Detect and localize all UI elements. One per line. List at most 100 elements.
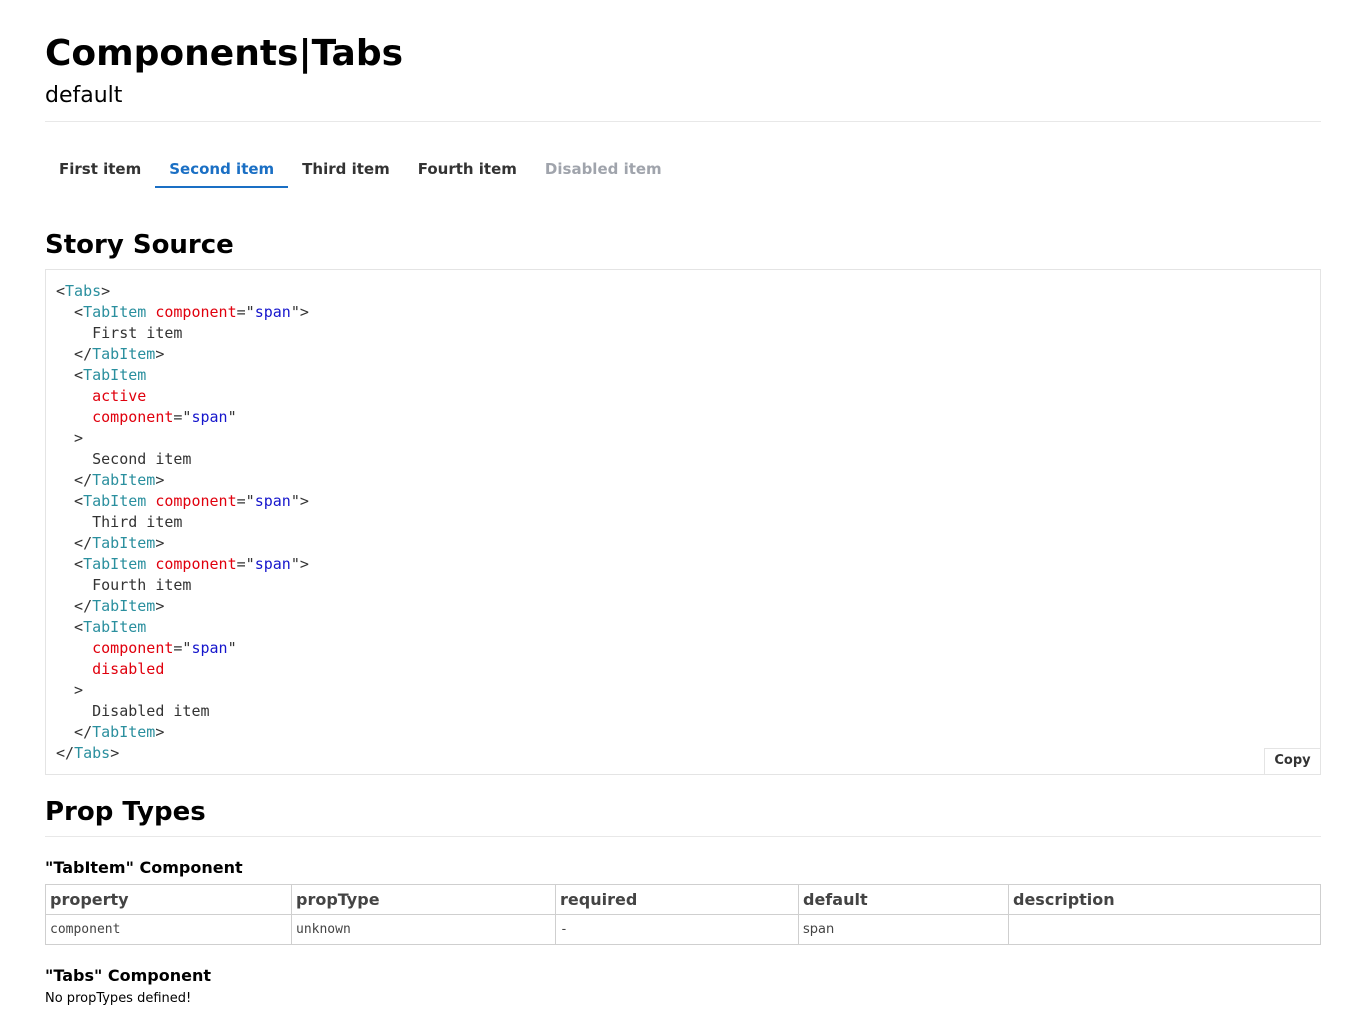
code-attr-name: component — [92, 639, 174, 657]
story-source-panel: <Tabs> <TabItem component="span"> First … — [45, 269, 1321, 775]
code-line: <Tabs> — [56, 281, 309, 302]
code-punct: </ — [56, 723, 93, 741]
copy-button[interactable]: Copy — [1264, 748, 1320, 774]
code-line: disabled — [56, 659, 309, 680]
code-line: First item — [56, 323, 309, 344]
code-punct: < — [56, 282, 66, 300]
code-punct — [56, 660, 92, 678]
table-header-row: property propType required default descr… — [45, 884, 1321, 915]
code-attr-name: component — [155, 555, 237, 573]
code-punct — [146, 303, 155, 321]
tab-first-item[interactable]: First item — [45, 152, 155, 188]
code-punct: > — [155, 597, 165, 615]
code-line: component="span" — [56, 638, 309, 659]
column-header-default: default — [798, 884, 1009, 915]
code-punct — [56, 387, 92, 405]
code-punct: =" — [236, 303, 255, 321]
cell-property: component — [45, 914, 292, 945]
page-subtitle: default — [45, 83, 123, 108]
code-punct: Second item — [56, 450, 192, 468]
code-attr-value: span — [254, 555, 291, 573]
code-tag-name: TabItem — [83, 618, 147, 636]
code-punct: < — [56, 492, 84, 510]
code-line: > — [56, 428, 309, 449]
column-header-required: required — [555, 884, 799, 915]
code-attr-name: disabled — [92, 660, 165, 678]
code-line: <TabItem component="span"> — [56, 302, 309, 323]
code-punct — [56, 408, 92, 426]
prop-types-heading: Prop Types — [45, 797, 206, 827]
code-punct: "> — [290, 555, 309, 573]
code-line: </TabItem> — [56, 470, 309, 491]
code-line: </TabItem> — [56, 533, 309, 554]
code-line: <TabItem — [56, 617, 309, 638]
code-attr-value: span — [254, 492, 291, 510]
code-tag-name: TabItem — [92, 471, 156, 489]
cell-description — [1008, 914, 1321, 945]
code-tag-name: TabItem — [92, 723, 156, 741]
code-punct: First item — [56, 324, 183, 342]
code-tag-name: TabItem — [83, 366, 147, 384]
code-punct: =" — [173, 639, 192, 657]
column-header-proptype: propType — [291, 884, 556, 915]
code-punct: </ — [56, 744, 75, 762]
code-punct: "> — [290, 303, 309, 321]
code-punct: > — [155, 723, 165, 741]
code-line: </TabItem> — [56, 596, 309, 617]
code-attr-name: component — [155, 492, 237, 510]
column-header-property: property — [45, 884, 292, 915]
code-line: active — [56, 386, 309, 407]
code-punct: </ — [56, 534, 93, 552]
code-punct — [56, 639, 92, 657]
code-tag-name: TabItem — [83, 555, 147, 573]
code-punct: " — [227, 639, 237, 657]
code-punct — [146, 492, 155, 510]
source-code-block: <Tabs> <TabItem component="span"> First … — [56, 281, 309, 764]
code-punct: </ — [56, 345, 93, 363]
code-line: > — [56, 680, 309, 701]
code-punct: > — [110, 744, 120, 762]
code-line: Disabled item — [56, 701, 309, 722]
code-punct: Third item — [56, 513, 183, 531]
code-punct: < — [56, 555, 84, 573]
cell-required: - — [555, 914, 799, 945]
code-tag-name: Tabs — [74, 744, 111, 762]
tab-fourth-item[interactable]: Fourth item — [404, 152, 531, 188]
code-attr-name: active — [92, 387, 147, 405]
code-punct: Disabled item — [56, 702, 210, 720]
cell-default: span — [798, 914, 1009, 945]
code-punct: > — [101, 282, 111, 300]
code-punct: < — [56, 618, 84, 636]
tab-bar: First item Second item Third item Fourth… — [45, 152, 676, 188]
code-attr-value: span — [191, 408, 228, 426]
code-line: </TabItem> — [56, 722, 309, 743]
code-punct: > — [155, 471, 165, 489]
code-punct: =" — [236, 492, 255, 510]
code-line: component="span" — [56, 407, 309, 428]
no-proptypes-text: No propTypes defined! — [45, 991, 192, 1006]
column-header-description: description — [1008, 884, 1321, 915]
code-line: Second item — [56, 449, 309, 470]
tab-third-item[interactable]: Third item — [288, 152, 404, 188]
code-line: <TabItem — [56, 365, 309, 386]
tabs-component-heading: "Tabs" Component — [45, 966, 211, 985]
tab-second-item[interactable]: Second item — [155, 152, 289, 188]
code-punct: =" — [173, 408, 192, 426]
code-punct: " — [227, 408, 237, 426]
code-attr-name: component — [155, 303, 237, 321]
code-punct: =" — [236, 555, 255, 573]
story-source-heading: Story Source — [45, 230, 234, 260]
code-line: <TabItem component="span"> — [56, 554, 309, 575]
code-punct: </ — [56, 471, 93, 489]
code-punct: > — [56, 429, 84, 447]
code-attr-value: span — [191, 639, 228, 657]
code-line: </TabItem> — [56, 344, 309, 365]
code-line: Third item — [56, 512, 309, 533]
code-punct: Fourth item — [56, 576, 192, 594]
code-line: <TabItem component="span"> — [56, 491, 309, 512]
code-punct: < — [56, 303, 84, 321]
prop-types-divider — [45, 836, 1321, 837]
code-line: Fourth item — [56, 575, 309, 596]
table-row: component unknown - span — [45, 914, 1321, 945]
cell-proptype: unknown — [291, 914, 556, 945]
